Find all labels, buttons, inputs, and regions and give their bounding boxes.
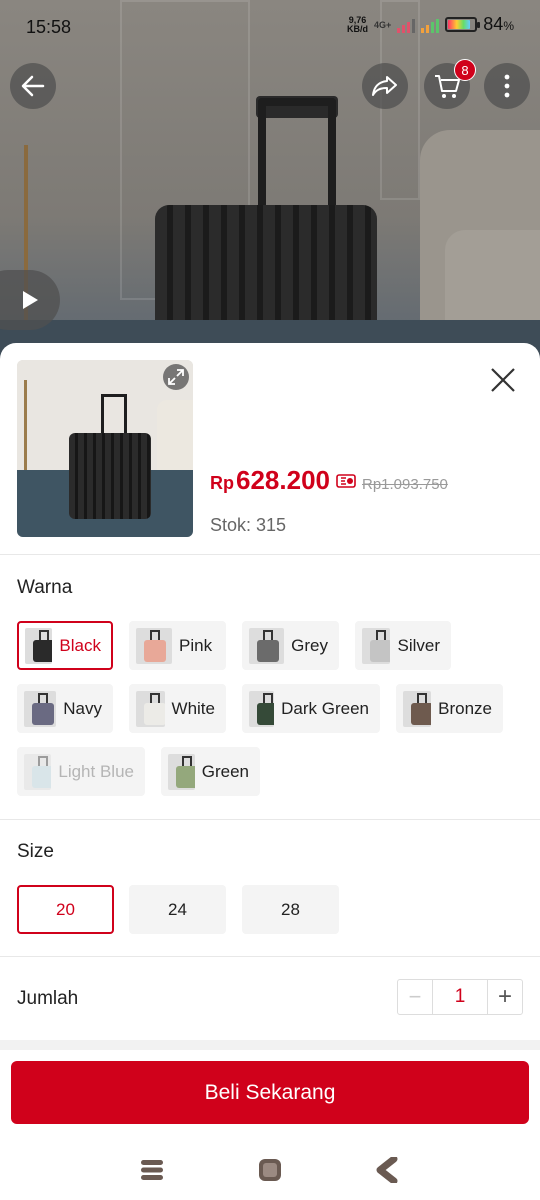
home-square-icon [259, 1159, 281, 1181]
divider [0, 554, 540, 555]
back-nav-button[interactable] [375, 1157, 401, 1183]
quantity-stepper: − 1 + [397, 979, 523, 1015]
back-button[interactable] [10, 63, 56, 109]
status-time: 15:58 [26, 17, 72, 37]
price-value: 628.200 [236, 465, 330, 495]
color-option-label: Navy [63, 698, 102, 718]
recent-apps-button[interactable] [139, 1157, 165, 1183]
buy-now-button[interactable]: Beli Sekarang [11, 1061, 529, 1124]
color-option-white[interactable]: White [129, 684, 226, 733]
product-thumbnail[interactable] [17, 360, 193, 537]
variant-thumbnail [362, 627, 391, 664]
color-option-grey[interactable]: Grey [242, 621, 339, 670]
size-section-title: Size [17, 841, 54, 862]
divider [0, 819, 540, 820]
color-option-label: Green [201, 761, 249, 781]
variant-thumbnail [136, 627, 172, 664]
footer-separator [0, 1040, 540, 1050]
color-option-label: Silver [397, 635, 440, 655]
expand-image-button[interactable] [163, 364, 189, 390]
network-type: 4G+ [374, 19, 392, 30]
cart-count-badge: 8 [454, 59, 476, 81]
color-option-dark-green[interactable]: Dark Green [242, 684, 380, 733]
color-option-navy[interactable]: Navy [17, 684, 113, 733]
signal-icon-2 [421, 17, 440, 33]
menu-icon [141, 1160, 163, 1180]
play-video-button[interactable] [0, 270, 60, 330]
variant-thumbnail [25, 627, 53, 664]
size-option-24[interactable]: 24 [129, 885, 226, 934]
color-section-title: Warna [17, 577, 73, 598]
voucher-icon [336, 473, 356, 488]
variant-thumbnail [249, 627, 285, 664]
color-option-green[interactable]: Green [161, 747, 260, 796]
color-option-black[interactable]: Black [17, 621, 113, 670]
battery-icon [445, 17, 481, 32]
color-option-bronze[interactable]: Bronze [396, 684, 503, 733]
arrow-left-icon [21, 75, 45, 97]
variant-thumbnail [168, 753, 195, 790]
back-chevron-icon [376, 1157, 398, 1183]
variant-thumbnail [249, 690, 275, 727]
home-button[interactable] [257, 1157, 283, 1183]
original-price: Rp1.093.750 [361, 476, 448, 493]
variant-bottom-sheet: Rp 628.200 Rp1.093.750 Stok: 315 Warna B… [0, 343, 540, 1200]
more-options-button[interactable] [484, 63, 530, 109]
share-button[interactable] [362, 63, 408, 109]
quantity-section-title: Jumlah [17, 988, 79, 1009]
cart-button[interactable]: 8 [424, 59, 476, 109]
signal-icon [397, 17, 416, 33]
product-image-background [0, 0, 540, 360]
stock-label: Stok: 315 [210, 515, 287, 535]
battery-percent: 84% [483, 14, 514, 34]
close-icon [491, 368, 515, 392]
color-option-label: Dark Green [281, 698, 369, 718]
play-icon [23, 291, 38, 309]
variant-thumbnail [24, 690, 57, 727]
price-row: Rp 628.200 Rp1.093.750 [210, 465, 448, 496]
close-button[interactable] [488, 365, 518, 395]
variant-thumbnail [24, 753, 52, 790]
color-option-pink[interactable]: Pink [129, 621, 226, 670]
network-speed: 9,76 KB/d [347, 14, 369, 34]
color-option-label: White [171, 698, 215, 718]
size-option-20[interactable]: 20 [17, 885, 114, 934]
color-option-label: Light Blue [58, 761, 134, 781]
status-bar: 15:58 9,76 KB/d 4G+ 84% [0, 0, 540, 52]
variant-thumbnail [136, 690, 165, 727]
color-option-silver[interactable]: Silver [355, 621, 451, 670]
divider [0, 956, 540, 957]
share-icon [372, 76, 397, 96]
increase-quantity-button[interactable]: + [487, 980, 522, 1014]
size-option-28[interactable]: 28 [242, 885, 339, 934]
color-option-label: Black [59, 635, 101, 655]
color-option-label: Grey [291, 635, 328, 655]
system-navigation-bar [0, 1140, 540, 1200]
quantity-value[interactable]: 1 [433, 980, 487, 1014]
color-option-label: Pink [179, 635, 213, 655]
more-vertical-icon [504, 74, 510, 98]
expand-icon [168, 369, 184, 385]
decrease-quantity-button[interactable]: − [398, 980, 433, 1014]
color-option-light-blue[interactable]: Light Blue [17, 747, 145, 796]
variant-thumbnail [403, 690, 432, 727]
color-option-label: Bronze [438, 698, 492, 718]
price-currency: Rp [210, 473, 234, 493]
